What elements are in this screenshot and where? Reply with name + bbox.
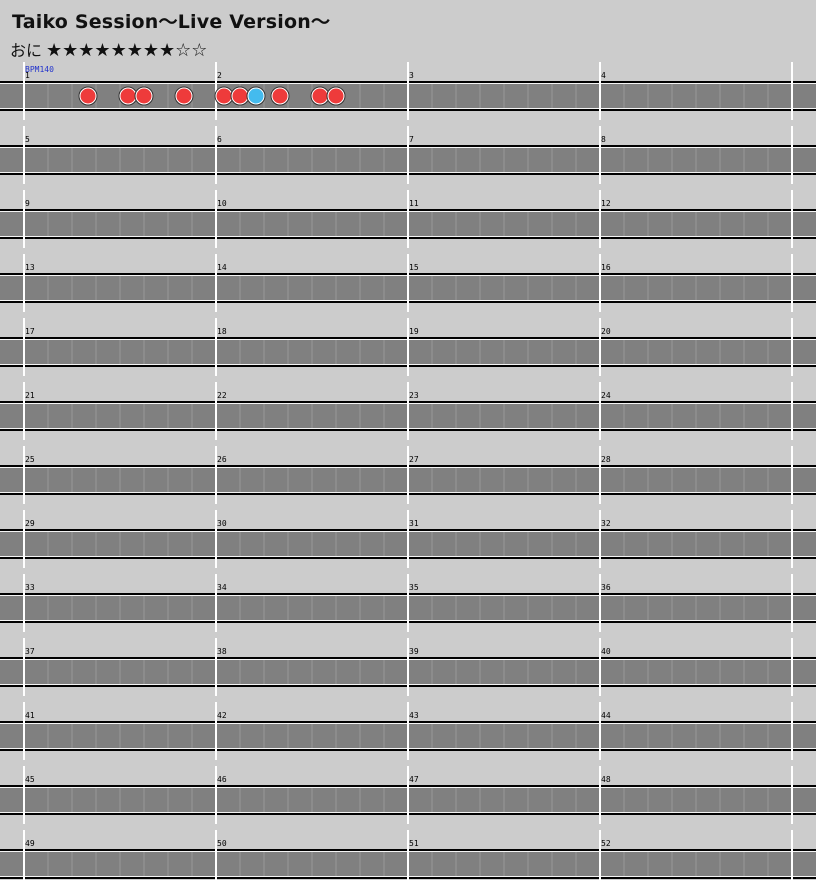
measure-number: 14: [217, 263, 227, 272]
measure-number: 41: [25, 711, 35, 720]
measure-number: 7: [409, 135, 414, 144]
measure-number: 38: [217, 647, 227, 656]
chart-row: 1 2 3 4BPM140: [0, 62, 816, 120]
measure-number: 50: [217, 839, 227, 848]
measure-number: 47: [409, 775, 419, 784]
measure-number: 25: [25, 455, 35, 464]
measure-number: 2: [217, 71, 222, 80]
chart-row: 21 22 23 24: [0, 382, 816, 440]
measure-number: 19: [409, 327, 419, 336]
measure-number: 24: [601, 391, 611, 400]
ka-note: [248, 88, 264, 104]
measure-number: 4: [601, 71, 606, 80]
measure-number: 33: [25, 583, 35, 592]
measure-number: 44: [601, 711, 611, 720]
measure-number: 10: [217, 199, 227, 208]
don-note: [232, 88, 248, 104]
chart-row: 17 18 19 20: [0, 318, 816, 376]
measure-number: 26: [217, 455, 227, 464]
don-note: [176, 88, 192, 104]
chart-row: 29 30 31 32: [0, 510, 816, 568]
measure-number: 37: [25, 647, 35, 656]
measure-number: 45: [25, 775, 35, 784]
don-note: [136, 88, 152, 104]
measure-number: 27: [409, 455, 419, 464]
measure-number: 29: [25, 519, 35, 528]
measure-number: 6: [217, 135, 222, 144]
chart-row: 33 34 35 36: [0, 574, 816, 632]
don-note: [328, 88, 344, 104]
measure-number: 31: [409, 519, 419, 528]
measure-number: 15: [409, 263, 419, 272]
measure-number: 35: [409, 583, 419, 592]
chart-row: 9 10 11 12: [0, 190, 816, 248]
measure-number: 40: [601, 647, 611, 656]
measure-number: 16: [601, 263, 611, 272]
measure-number: 22: [217, 391, 227, 400]
measure-number: 32: [601, 519, 611, 528]
measure-number: 23: [409, 391, 419, 400]
don-note: [312, 88, 328, 104]
measure-number: 28: [601, 455, 611, 464]
measure-number: 11: [409, 199, 419, 208]
measure-number: 39: [409, 647, 419, 656]
chart-row: 13 14 15 16: [0, 254, 816, 312]
measure-number: 36: [601, 583, 611, 592]
chart-row: 5 6 7 8: [0, 126, 816, 184]
measure-number: 5: [25, 135, 30, 144]
measure-number: 13: [25, 263, 35, 272]
measure-number: 20: [601, 327, 611, 336]
measure-number: 18: [217, 327, 227, 336]
measure-number: 21: [25, 391, 35, 400]
measure-number: 42: [217, 711, 227, 720]
measure-number: 46: [217, 775, 227, 784]
chart-row: 45 46 47 48: [0, 766, 816, 824]
don-note: [216, 88, 232, 104]
measure-number: 48: [601, 775, 611, 784]
measure-number: 43: [409, 711, 419, 720]
chart-row: 37 38 39 40: [0, 638, 816, 696]
chart-row: 49 50 51 52: [0, 830, 816, 880]
chart-row: 25 26 27 28: [0, 446, 816, 504]
measure-number: 52: [601, 839, 611, 848]
bpm-label: BPM140: [25, 65, 54, 74]
measure-number: 34: [217, 583, 227, 592]
chart-row: 41 42 43 44: [0, 702, 816, 760]
measure-number: 12: [601, 199, 611, 208]
don-note: [80, 88, 96, 104]
measure-number: 9: [25, 199, 30, 208]
measure-number: 17: [25, 327, 35, 336]
measure-number: 30: [217, 519, 227, 528]
measure-number: 3: [409, 71, 414, 80]
measure-number: 8: [601, 135, 606, 144]
measure-number: 51: [409, 839, 419, 848]
measure-number: 49: [25, 839, 35, 848]
score-chart: 1 2 3 4BPM1405 6 7 89 10 11 1213 14 15 1617 18 19 2021 2…: [0, 62, 816, 880]
don-note: [120, 88, 136, 104]
don-note: [272, 88, 288, 104]
